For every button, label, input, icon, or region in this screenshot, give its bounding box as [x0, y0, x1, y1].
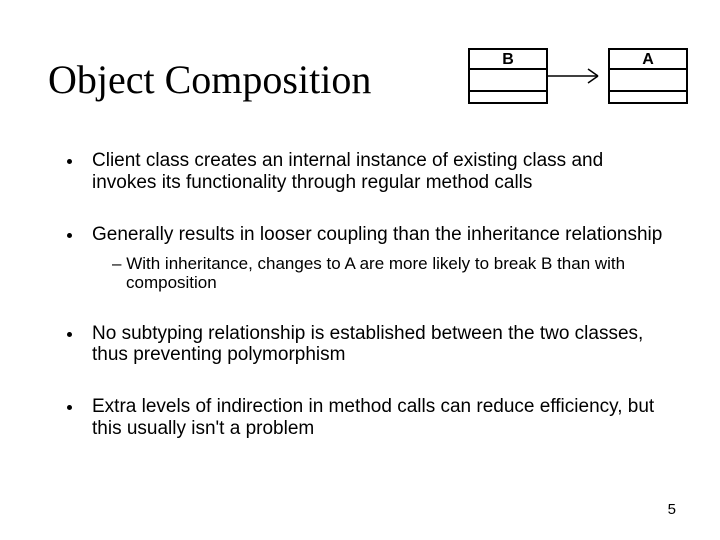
bullet-text: No subtyping relationship is established… [92, 323, 643, 366]
uml-box-a: A [608, 48, 688, 104]
slide-body: Client class creates an internal instanc… [60, 150, 668, 470]
uml-diagram: B A [468, 48, 688, 118]
sub-bullet-text: With inheritance, changes to A are more … [126, 254, 625, 293]
uml-box-b-mid [468, 70, 548, 92]
uml-box-b-label: B [468, 48, 548, 70]
slide-title: Object Composition [48, 56, 371, 103]
bullet-item: Generally results in looser coupling tha… [84, 224, 668, 293]
bullet-text: Extra levels of indirection in method ca… [92, 396, 654, 439]
slide: Object Composition B A Client class crea… [0, 0, 720, 540]
bullet-text: Generally results in looser coupling tha… [92, 224, 662, 245]
uml-box-b: B [468, 48, 548, 104]
bullet-item: Extra levels of indirection in method ca… [84, 396, 668, 440]
bullet-text: Client class creates an internal instanc… [92, 150, 603, 193]
uml-box-a-mid [608, 70, 688, 92]
sub-bullet-item: With inheritance, changes to A are more … [126, 254, 668, 293]
bullet-item: No subtyping relationship is established… [84, 323, 668, 367]
association-arrow-icon [548, 66, 608, 86]
uml-box-a-bottom [608, 92, 688, 104]
page-number: 5 [668, 501, 676, 518]
uml-box-a-label: A [608, 48, 688, 70]
uml-box-b-bottom [468, 92, 548, 104]
bullet-item: Client class creates an internal instanc… [84, 150, 668, 194]
